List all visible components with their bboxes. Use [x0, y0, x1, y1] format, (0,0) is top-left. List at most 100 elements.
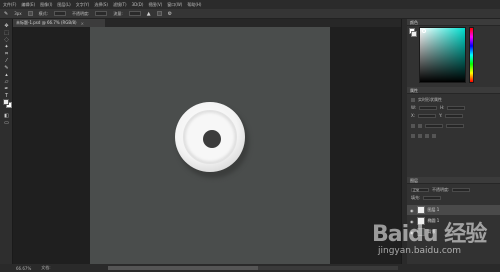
layer-thumbnail [416, 206, 425, 214]
menu-filter[interactable]: 滤镜(T) [113, 2, 127, 8]
layer-name: 图层 1 [427, 207, 440, 212]
eraser-tool-icon[interactable]: ▱ [3, 79, 10, 85]
stamp-tool-icon[interactable]: ▴ [3, 72, 10, 78]
document-tab[interactable]: 未标题-1.psd @ 66.7% (RGB/8) × [13, 19, 105, 27]
layer-opacity-input[interactable] [452, 187, 471, 192]
color-picker-handle[interactable] [422, 29, 426, 33]
color-swatches[interactable] [3, 99, 12, 108]
fill-row: 填充: [411, 194, 442, 200]
color-panel-header[interactable]: 颜色 [407, 19, 500, 26]
menu-select[interactable]: 选择(S) [94, 2, 108, 8]
document-info[interactable]: 文档: [41, 265, 50, 271]
layers-panel-header[interactable]: 图层 [407, 177, 500, 184]
w-input[interactable] [419, 105, 438, 110]
menu-type[interactable]: 文字(Y) [76, 2, 90, 8]
stroke-width-input[interactable] [425, 123, 443, 128]
lasso-tool-icon[interactable]: ◌ [3, 37, 10, 43]
round-button-graphic [175, 102, 245, 172]
y-label: Y: [439, 113, 443, 118]
menu-bar: 文件(F) 编辑(E) 图像(I) 图层(L) 文字(Y) 选择(S) 滤镜(T… [0, 0, 500, 9]
watermark-url: jingyan.baidu.com [378, 246, 462, 256]
screen-mode-icon[interactable]: ▭ [3, 120, 10, 126]
quick-mask-icon[interactable]: ◧ [3, 113, 10, 119]
marquee-tool-icon[interactable]: ⬚ [3, 30, 10, 36]
stroke-type-select[interactable] [446, 123, 464, 128]
smoothing-toggle[interactable] [156, 11, 162, 16]
status-bar: 66.67% 文档: [0, 264, 500, 272]
layer-row[interactable]: ◉ 图层 1 [407, 205, 500, 215]
document-tab-title: 未标题-1.psd @ 66.7% (RGB/8) [16, 20, 77, 25]
center-dot [203, 130, 221, 148]
blend-row: 正常 不透明度: [411, 186, 471, 192]
shape-properties-label: 实时形状属性 [418, 96, 442, 102]
shape-properties-row: 实时形状属性 [411, 97, 442, 102]
brush-tool-icon[interactable]: ✎ [3, 65, 10, 71]
tool-preset-icon[interactable]: ✎ [4, 11, 8, 17]
menu-file[interactable]: 文件(F) [3, 2, 16, 8]
properties-panel-header[interactable]: 属性 [407, 87, 500, 94]
layer-fill-input[interactable] [423, 195, 442, 200]
baidu-jingyan-watermark: Baidu 经验 jingyan.baidu.com [372, 216, 500, 262]
layers-panel-title: 图层 [410, 178, 418, 183]
watermark-logo: Baidu 经验 [372, 222, 487, 247]
fill-swatch[interactable] [411, 123, 415, 128]
move-tool-icon[interactable]: ✥ [3, 23, 10, 29]
zoom-level[interactable]: 66.67% [16, 266, 31, 271]
scrollbar-thumb[interactable] [108, 266, 258, 270]
close-icon[interactable]: × [81, 21, 84, 26]
document-tab-bar: 未标题-1.psd @ 66.7% (RGB/8) × [13, 19, 401, 27]
mode-select[interactable] [54, 11, 67, 16]
foreground-color-swatch[interactable] [3, 99, 9, 105]
corner-row [411, 133, 436, 138]
crop-tool-icon[interactable]: ⌗ [3, 51, 10, 57]
brush-size-value[interactable]: 3px [14, 11, 21, 16]
airbrush-icon[interactable]: ▲ [147, 11, 151, 17]
opacity-label: 不透明度: [72, 10, 90, 16]
stroke-swatch[interactable] [418, 123, 422, 128]
opacity-input[interactable] [95, 11, 108, 16]
size-row: W: H: [411, 105, 466, 110]
flow-label: 流量: [113, 10, 123, 16]
menu-image[interactable]: 图像(I) [40, 2, 52, 8]
shape-icon [411, 97, 415, 102]
panel-background-swatch[interactable] [411, 31, 417, 37]
color-panel-title: 颜色 [410, 20, 418, 25]
blend-mode-select[interactable]: 正常 [411, 187, 429, 192]
path-ops-icon[interactable] [432, 133, 436, 138]
options-bar: ✎ 3px 模式: 不透明度: 流量: ▲ ⚙ [0, 9, 500, 19]
brush-panel-toggle[interactable] [27, 11, 33, 16]
x-label: X: [411, 113, 416, 118]
menu-edit[interactable]: 编辑(E) [21, 2, 35, 8]
pen-tool-icon[interactable]: ✒ [3, 86, 10, 92]
align-center-icon[interactable] [418, 133, 422, 138]
properties-panel-title: 属性 [410, 88, 418, 93]
fill-stroke-row [411, 123, 464, 128]
h-input[interactable] [447, 105, 466, 110]
menu-help[interactable]: 帮助(H) [187, 2, 201, 8]
mode-label: 模式: [38, 10, 49, 16]
layer-opacity-label: 不透明度: [432, 186, 450, 192]
hue-slider[interactable] [469, 27, 474, 83]
quick-select-tool-icon[interactable]: ✦ [3, 44, 10, 50]
align-right-icon[interactable] [425, 133, 429, 138]
horizontal-scrollbar[interactable] [108, 266, 398, 270]
gear-icon[interactable]: ⚙ [168, 11, 172, 17]
menu-layer[interactable]: 图层(L) [57, 2, 70, 8]
eye-icon[interactable]: ◉ [410, 208, 414, 213]
flow-input[interactable] [128, 11, 141, 16]
menu-window[interactable]: 窗口(W) [167, 2, 182, 8]
toolbox: ✥ ⬚ ◌ ✦ ⌗ ⁄ ✎ ▴ ▱ ✒ T ◧ ▭ [0, 19, 13, 264]
workspace [13, 27, 401, 264]
x-input[interactable] [418, 113, 437, 118]
position-row: X: Y: [411, 113, 464, 118]
layer-fill-label: 填充: [411, 194, 421, 200]
y-input[interactable] [445, 113, 464, 118]
document-canvas[interactable] [90, 27, 330, 264]
h-label: H: [440, 105, 445, 110]
w-label: W: [411, 105, 417, 110]
color-field[interactable] [419, 27, 466, 83]
eyedropper-tool-icon[interactable]: ⁄ [3, 58, 10, 64]
menu-3d[interactable]: 3D(D) [132, 2, 144, 7]
align-left-icon[interactable] [411, 133, 415, 138]
menu-view[interactable]: 视图(V) [148, 2, 162, 8]
